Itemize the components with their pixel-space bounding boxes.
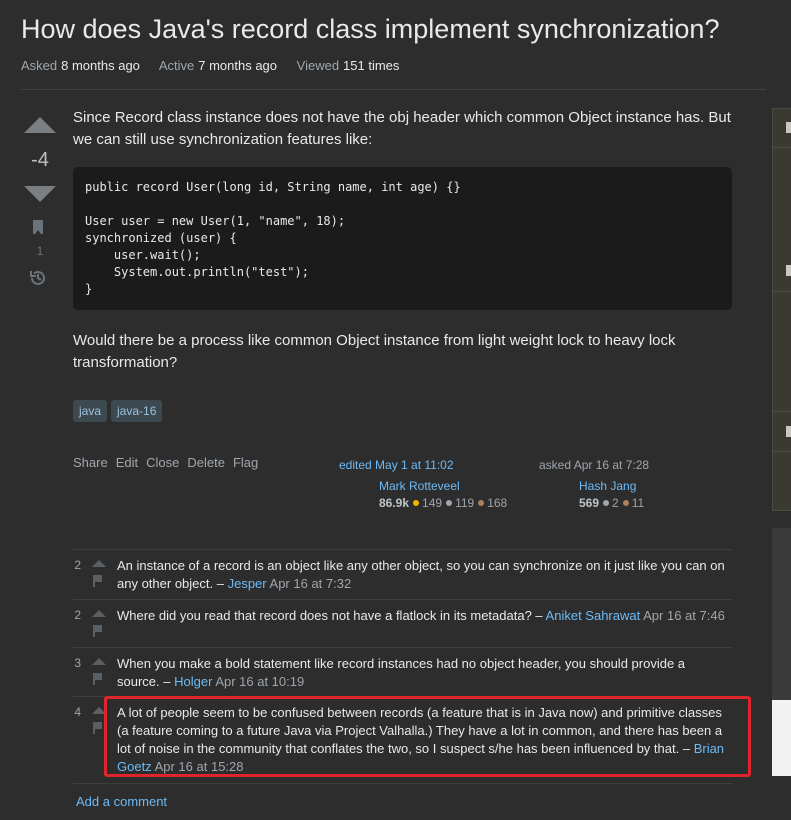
comment-divider — [73, 599, 732, 600]
comment-score: 3 — [74, 656, 81, 670]
question-body-paragraph-1: Since Record class instance does not hav… — [73, 109, 731, 148]
history-icon[interactable] — [29, 269, 47, 287]
comment-user[interactable]: Holger — [174, 674, 212, 689]
highlight-box — [104, 696, 751, 777]
share-link[interactable]: Share — [73, 455, 108, 470]
comment-divider — [73, 783, 732, 784]
sidebar-divider — [773, 291, 791, 292]
meta-viewed-label: Viewed — [296, 58, 340, 73]
question-body-paragraph-2: Would there be a process like common Obj… — [73, 332, 676, 371]
comment-body: An instance of a record is an object lik… — [117, 557, 729, 593]
editor-rep-score: 86.9k — [379, 496, 410, 510]
sidebar-ad-image-light — [772, 700, 791, 776]
asked-timestamp: asked Apr 16 at 7:28 — [539, 458, 650, 472]
question-title[interactable]: How does Java's record class implement s… — [21, 14, 719, 45]
comment-flag-icon[interactable] — [93, 575, 102, 587]
sidebar-divider — [773, 147, 791, 148]
comment-user[interactable]: Jesper — [228, 576, 267, 591]
code-block: public record User(long id, String name,… — [73, 167, 732, 310]
sidebar-text-fragment — [786, 265, 791, 276]
sidebar-divider — [773, 411, 791, 412]
asker-bronze-count: 11 — [631, 496, 645, 510]
gold-badge-icon — [413, 500, 420, 506]
bronze-badge-icon — [622, 500, 629, 506]
silver-badge-icon — [446, 500, 453, 506]
comment-text: Where did you read that record does not … — [117, 608, 543, 623]
sidebar-text-fragment — [786, 426, 791, 437]
comment-date[interactable]: Apr 16 at 7:32 — [270, 576, 352, 591]
comment-flag-icon[interactable] — [93, 722, 102, 734]
comment-divider — [73, 647, 732, 648]
silver-badge-icon — [603, 500, 610, 506]
edited-timestamp-link[interactable]: edited May 1 at 11:02 — [339, 458, 454, 472]
comment-divider — [73, 549, 732, 550]
comment-flag-icon[interactable] — [93, 625, 102, 637]
title-divider — [21, 89, 766, 90]
question-meta: Asked 8 months ago Active 7 months ago Vie… — [21, 58, 415, 73]
tag-java-16[interactable]: java-16 — [111, 400, 163, 422]
comment-date[interactable]: Apr 16 at 7:46 — [643, 608, 725, 623]
comment-score: 2 — [74, 608, 81, 622]
flag-link[interactable]: Flag — [233, 455, 258, 470]
meta-active-value[interactable]: 7 months ago — [198, 58, 277, 73]
upvote-arrow-icon[interactable] — [24, 117, 56, 133]
vote-count: -4 — [31, 149, 49, 171]
comment-score: 4 — [74, 705, 81, 719]
asker-reputation: 569 2 11 — [579, 496, 644, 510]
sidebar-divider — [773, 451, 791, 452]
comment-body: When you make a bold statement like reco… — [117, 655, 729, 691]
delete-link[interactable]: Delete — [187, 455, 225, 470]
editor-gold-count: 149 — [422, 496, 443, 510]
meta-active-label: Active — [158, 58, 195, 73]
editor-reputation: 86.9k 149 119 168 — [379, 496, 507, 510]
downvote-arrow-icon[interactable] — [24, 186, 56, 202]
editor-silver-count: 119 — [455, 496, 475, 510]
meta-viewed-value: 151 times — [343, 58, 400, 73]
comment-text: An instance of a record is an object lik… — [117, 558, 725, 591]
comment-user[interactable]: Aniket Sahrawat — [546, 608, 641, 623]
comment-body: Where did you read that record does not … — [117, 607, 729, 625]
asker-silver-count: 2 — [612, 496, 619, 510]
comment-flag-icon[interactable] — [93, 673, 102, 685]
tag-list: java java-16 — [73, 400, 163, 422]
bookmark-icon[interactable] — [33, 220, 43, 234]
edit-link[interactable]: Edit — [116, 455, 138, 470]
editor-bronze-count: 168 — [487, 496, 508, 510]
close-link[interactable]: Close — [146, 455, 179, 470]
tag-java[interactable]: java — [73, 400, 108, 422]
meta-asked-label: Asked — [21, 58, 58, 73]
comment-upvote-icon[interactable] — [92, 658, 106, 665]
add-comment-link[interactable]: Add a comment — [76, 794, 167, 809]
sidebar-text-fragment — [786, 122, 791, 133]
asker-username[interactable]: Hash Jang — [579, 479, 636, 493]
meta-asked-value: 8 months ago — [61, 58, 140, 73]
comment-upvote-icon[interactable] — [92, 560, 106, 567]
editor-username[interactable]: Mark Rotteveel — [379, 479, 460, 493]
comment-date[interactable]: Apr 16 at 10:19 — [215, 674, 304, 689]
comment-score: 2 — [74, 558, 81, 572]
asker-rep-score: 569 — [579, 496, 600, 510]
bookmark-count: 1 — [36, 244, 44, 258]
bronze-badge-icon — [478, 500, 485, 506]
comment-upvote-icon[interactable] — [92, 610, 106, 617]
post-menu: Share Edit Close Delete Flag — [73, 455, 258, 470]
